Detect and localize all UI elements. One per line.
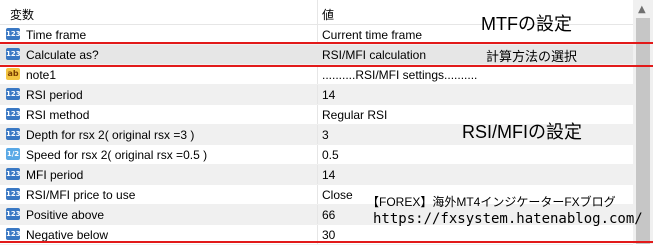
param-name: note1 (26, 68, 57, 82)
param-value[interactable]: Current time frame (322, 28, 422, 42)
header-variable[interactable]: 変数 (10, 6, 34, 23)
param-value[interactable]: Close (322, 188, 353, 202)
column-divider (317, 145, 318, 164)
column-divider (317, 105, 318, 124)
highlight-line-bottom (0, 241, 653, 243)
param-value[interactable]: 66 (322, 208, 335, 222)
column-divider (317, 125, 318, 144)
column-divider (317, 45, 318, 64)
param-value[interactable]: 30 (322, 228, 335, 242)
column-divider (317, 185, 318, 204)
param-name: Depth for rsx 2( original rsx =3 ) (26, 128, 195, 142)
param-value[interactable]: ..........RSI/MFI settings.......... (322, 68, 477, 82)
string-type-icon: ab (6, 68, 20, 80)
param-row-speed-rsx[interactable]: 1/2 Speed for rsx 2( original rsx =0.5 )… (0, 145, 633, 165)
param-value[interactable]: 3 (322, 128, 329, 142)
param-value[interactable]: Regular RSI (322, 108, 387, 122)
param-name: RSI method (26, 108, 90, 122)
param-name: MFI period (26, 168, 84, 182)
integer-type-icon: 123 (6, 168, 21, 180)
param-value[interactable]: 14 (322, 168, 335, 182)
highlight-line-mid (0, 65, 653, 67)
annotation-rsimfi: RSI/MFIの設定 (462, 122, 582, 142)
watermark-url: https://fxsystem.hatenablog.com/ (373, 211, 643, 227)
param-value[interactable]: 0.5 (322, 148, 339, 162)
column-divider (317, 165, 318, 184)
param-name: Calculate as? (26, 48, 99, 62)
integer-type-icon: 123 (6, 228, 21, 240)
double-type-icon: 1/2 (6, 148, 20, 160)
scroll-up-icon[interactable]: ▲ (638, 4, 646, 15)
param-name: RSI period (26, 88, 83, 102)
integer-type-icon: 123 (6, 128, 21, 140)
integer-type-icon: 123 (6, 88, 21, 100)
header-divider[interactable] (317, 0, 318, 24)
integer-type-icon: 123 (6, 108, 21, 120)
param-name: Time frame (26, 28, 87, 42)
param-row-note1[interactable]: ab note1 ..........RSI/MFI settings.....… (0, 65, 633, 85)
integer-type-icon: 123 (6, 188, 21, 200)
integer-type-icon: 123 (6, 28, 21, 40)
header-value[interactable]: 値 (322, 6, 334, 23)
highlight-line-top (0, 42, 653, 44)
param-row-mfi-period[interactable]: 123 MFI period 14 (0, 165, 633, 185)
param-name: Speed for rsx 2( original rsx =0.5 ) (26, 148, 208, 162)
param-value[interactable]: 14 (322, 88, 335, 102)
column-divider (317, 205, 318, 224)
param-value[interactable]: RSI/MFI calculation (322, 48, 426, 62)
integer-type-icon: 123 (6, 208, 21, 220)
vertical-scrollbar[interactable]: ▲ (633, 0, 653, 244)
annotation-calc: 計算方法の選択 (486, 49, 578, 64)
param-name: Positive above (26, 208, 105, 222)
column-divider (317, 65, 318, 84)
integer-type-icon: 123 (6, 48, 21, 60)
watermark-blog-title: 【FOREX】海外MT4インジケーターFXブログ (367, 195, 616, 209)
param-row-rsi-period[interactable]: 123 RSI period 14 (0, 85, 633, 105)
annotation-mtf: MTFの設定 (481, 14, 572, 34)
param-name: Negative below (26, 228, 109, 242)
column-divider (317, 85, 318, 104)
param-name: RSI/MFI price to use (26, 188, 136, 202)
